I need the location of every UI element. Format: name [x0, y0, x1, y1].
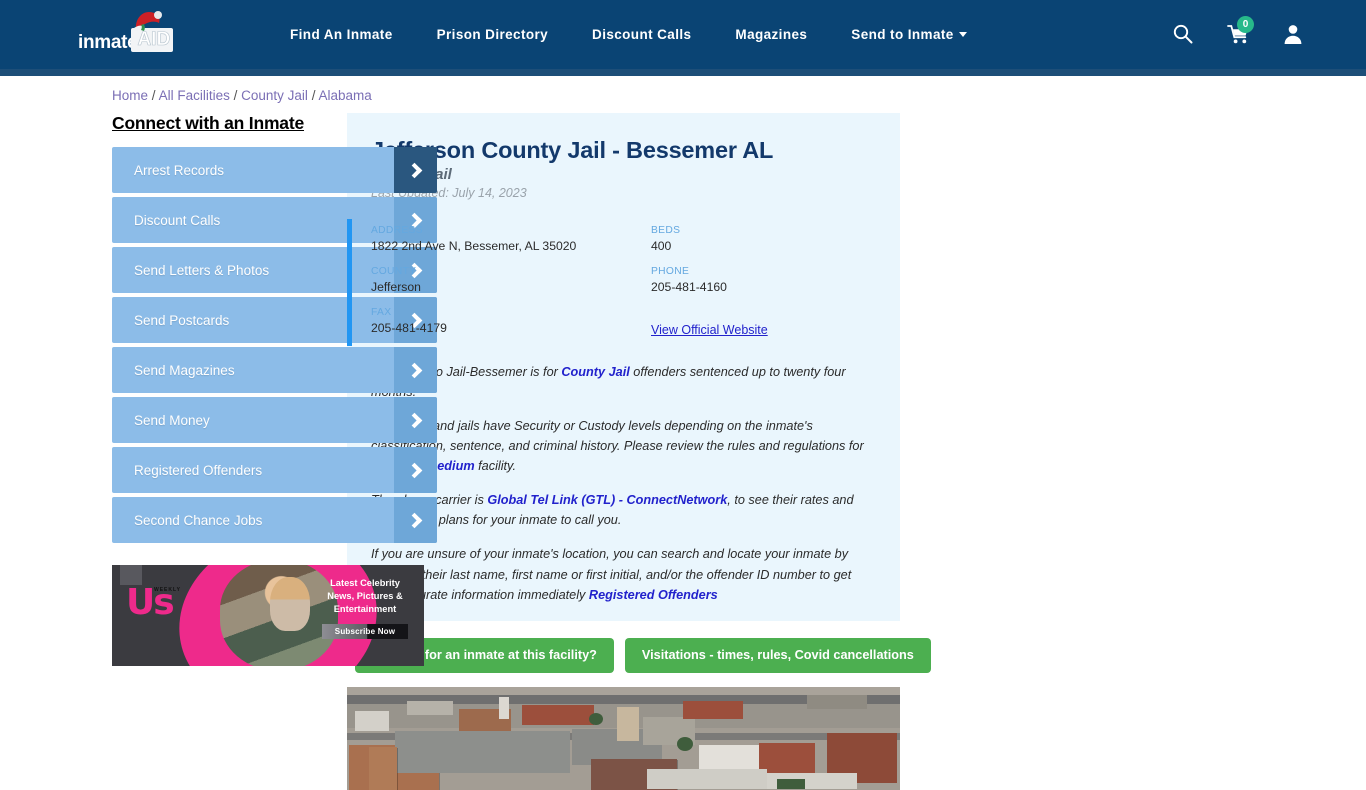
info-value: 400: [651, 239, 672, 253]
user-account-icon[interactable]: [1282, 23, 1304, 47]
info-value: 205-481-4160: [651, 280, 727, 294]
link-county-jail[interactable]: County Jail: [561, 365, 629, 379]
ad-copy-line-2: News, Pictures &: [327, 591, 403, 602]
sidebar: Connect with an Inmate Arrest Records Di…: [0, 113, 437, 790]
nav-item-find-an-inmate[interactable]: Find An Inmate: [268, 27, 415, 42]
breadcrumb-item-all-facilities[interactable]: All Facilities: [159, 88, 230, 103]
nav-item-send-to-inmate[interactable]: Send to Inmate: [829, 27, 988, 42]
header-actions: 0: [1172, 0, 1304, 69]
nav-label: Discount Calls: [592, 27, 692, 42]
breadcrumb-separator: /: [233, 88, 238, 103]
info-label: FAX: [371, 307, 392, 318]
chevron-down-icon: [958, 32, 967, 37]
nav-label: Find An Inmate: [290, 27, 393, 42]
sidebar-item-label: Send Postcards: [134, 312, 230, 328]
nav-label: Send to Inmate: [851, 27, 954, 42]
link-registered-offenders[interactable]: Registered Offenders: [589, 588, 718, 602]
breadcrumb-separator: /: [311, 88, 316, 103]
info-label: PHONE: [651, 266, 690, 277]
santa-hat-icon: [134, 10, 162, 31]
visitations-button[interactable]: Visitations - times, rules, Covid cancel…: [624, 637, 931, 673]
view-official-website-link[interactable]: View Official Website: [651, 323, 768, 337]
text-segment: All prisons and jails have Security or C…: [371, 419, 864, 454]
ad-subscribe-button[interactable]: Subscribe Now: [322, 623, 408, 639]
breadcrumb: Home / All Facilities / County Jail / Al…: [112, 88, 1366, 103]
nav-item-magazines[interactable]: Magazines: [713, 27, 829, 42]
sidebar-item-send-magazines[interactable]: Send Magazines: [112, 347, 437, 393]
info-label: ADDRESS: [371, 225, 423, 236]
content-columns: Connect with an Inmate Arrest Records Di…: [0, 113, 1366, 790]
sidebar-heading: Connect with an Inmate: [112, 113, 305, 133]
nav-item-discount-calls[interactable]: Discount Calls: [570, 27, 713, 42]
chevron-right-icon: [394, 147, 437, 193]
facility-info-grid: ADDRESS 1822 2nd Ave N, Bessemer, AL 350…: [371, 225, 900, 339]
info-field-beds: BEDS 400: [651, 225, 900, 253]
nav-label: Prison Directory: [436, 27, 549, 42]
info-field-official-website: View Official Website: [651, 307, 900, 339]
info-value: Jefferson: [371, 280, 421, 294]
chevron-right-icon: [394, 497, 437, 543]
breadcrumb-item-county-jail[interactable]: County Jail: [241, 88, 308, 103]
sidebar-item-second-chance-jobs[interactable]: Second Chance Jobs: [112, 497, 437, 543]
sidebar-item-label: Send Letters & Photos: [134, 262, 270, 278]
sidebar-item-label: Second Chance Jobs: [134, 512, 263, 528]
site-logo[interactable]: inmate AID: [78, 10, 188, 53]
shopping-cart-icon[interactable]: 0: [1227, 15, 1254, 47]
info-label: BEDS: [651, 225, 681, 236]
info-field-address: ADDRESS 1822 2nd Ave N, Bessemer, AL 350…: [371, 225, 651, 253]
sidebar-item-label: Discount Calls: [134, 212, 221, 228]
text-segment: facility.: [474, 459, 516, 474]
search-icon[interactable]: [1172, 23, 1194, 47]
info-value: 205-481-4179: [371, 321, 447, 335]
description-paragraph-1: Jefferson Co Jail-Bessemer is for County…: [371, 362, 874, 402]
info-field-phone: PHONE 205-481-4160: [651, 266, 900, 294]
ad-copy-line-3: Entertainment: [333, 604, 397, 615]
sidebar-item-label: Arrest Records: [134, 162, 225, 178]
info-value: 1822 2nd Ave N, Bessemer, AL 35020: [371, 239, 577, 253]
chevron-right-icon: [394, 397, 437, 443]
cta-button-row: Looking for an inmate at this facility? …: [347, 621, 931, 673]
info-label: COUNTY: [371, 266, 417, 277]
nav-label: Magazines: [735, 27, 808, 42]
cart-count-badge: 0: [1237, 15, 1254, 33]
info-field-fax: FAX 205-481-4179: [371, 307, 651, 339]
facility-info-block: ADDRESS 1822 2nd Ave N, Bessemer, AL 350…: [347, 219, 900, 346]
description-paragraph-4: If you are unsure of your inmate's locat…: [371, 544, 874, 604]
nav-item-prison-directory[interactable]: Prison Directory: [415, 27, 570, 42]
link-phone-carrier[interactable]: Global Tel Link (GTL) - ConnectNetwork: [487, 493, 727, 507]
ad-brand-sublabel: WEEKLY: [154, 587, 181, 593]
breadcrumb-item-alabama[interactable]: Alabama: [318, 88, 371, 103]
info-accent-bar: [347, 219, 352, 346]
chevron-right-icon: [394, 447, 437, 493]
page-body: Home / All Facilities / County Jail / Al…: [0, 69, 1366, 790]
site-header: inmate AID Find An Inmate Prison Directo…: [0, 0, 1366, 76]
advertisement-banner[interactable]: Us WEEKLY Latest Celebrity News, Picture…: [112, 565, 424, 666]
sidebar-item-label: Send Magazines: [134, 362, 235, 378]
ad-copy-line-1: Latest Celebrity: [330, 578, 400, 588]
logo-text: inmate: [78, 31, 138, 53]
breadcrumb-item-home[interactable]: Home: [112, 88, 148, 103]
sidebar-item-registered-offenders[interactable]: Registered Offenders: [112, 447, 437, 493]
sidebar-item-send-money[interactable]: Send Money: [112, 397, 437, 443]
facility-aerial-photo: [347, 686, 900, 790]
sidebar-item-arrest-records[interactable]: Arrest Records: [112, 147, 437, 193]
sidebar-item-label: Send Money: [134, 412, 210, 428]
main-navigation: Find An Inmate Prison Directory Discount…: [268, 27, 989, 42]
description-paragraph-3: The phone carrier is Global Tel Link (GT…: [371, 490, 874, 530]
breadcrumb-separator: /: [151, 88, 156, 103]
ad-copy: Latest Celebrity News, Pictures & Entert…: [312, 577, 418, 639]
description-paragraph-2: All prisons and jails have Security or C…: [371, 416, 874, 476]
sidebar-item-label: Registered Offenders: [134, 462, 263, 478]
info-field-county: COUNTY Jefferson: [371, 266, 651, 294]
chevron-right-icon: [394, 347, 437, 393]
